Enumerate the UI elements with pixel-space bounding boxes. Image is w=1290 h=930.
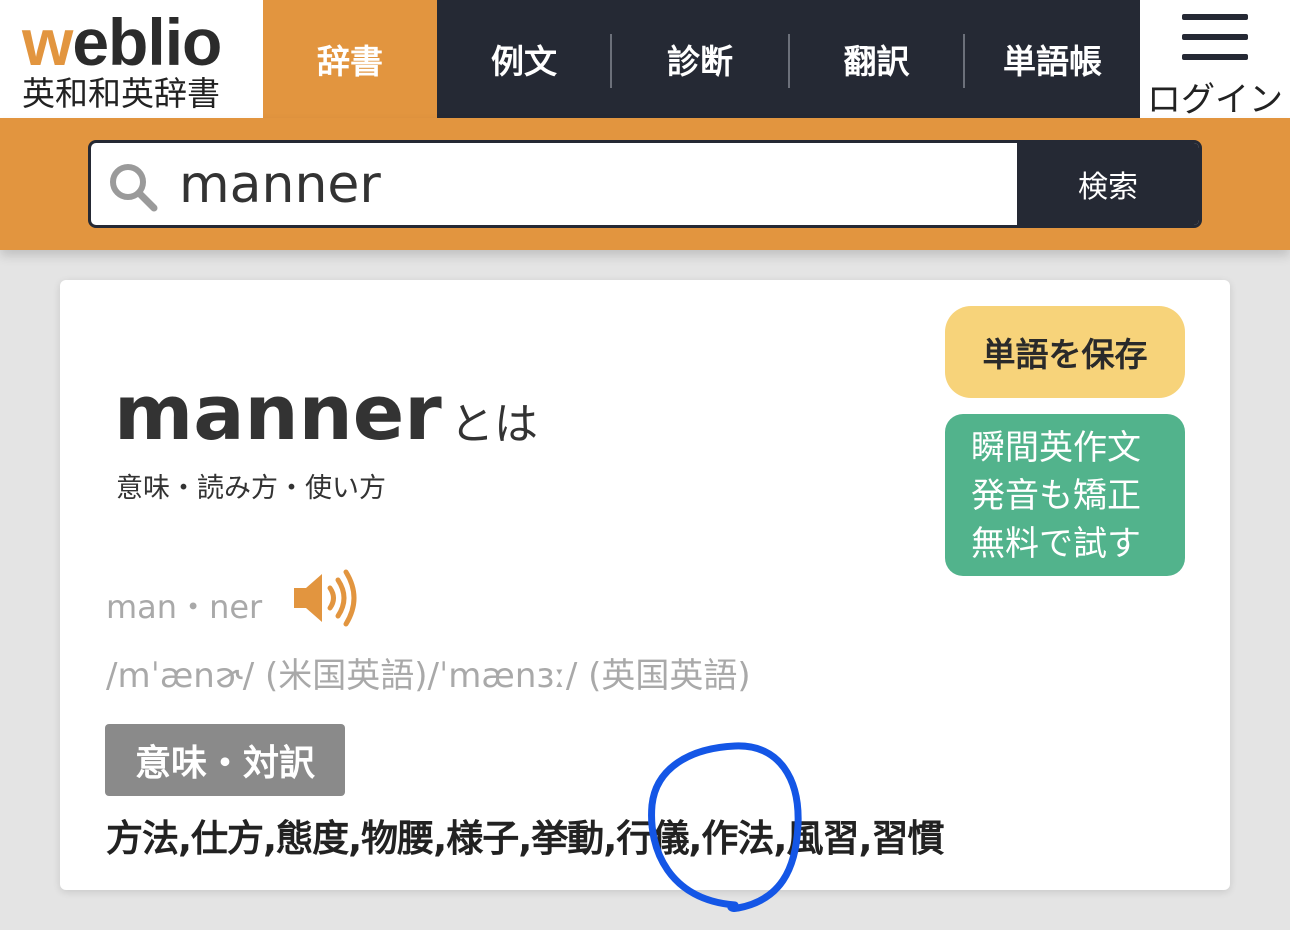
pronunciation: /mˈænɚ/ (米国英語)/ˈmænɜː/ (英国英語) — [106, 656, 751, 696]
tab-translate[interactable]: 翻訳 — [790, 0, 963, 118]
tab-examples[interactable]: 例文 — [437, 0, 611, 118]
entry-subtitle: 意味・読み方・使い方 — [116, 473, 386, 504]
tab-dictionary[interactable]: 辞書 — [263, 0, 437, 118]
logo-wordmark: weblio — [22, 5, 222, 79]
promo-line: 発音も矯正 — [971, 476, 1141, 516]
logo-subtitle: 英和和英辞書 — [22, 74, 220, 113]
menu-area: ログイン — [1140, 0, 1290, 121]
promo-line: 無料で試す — [971, 524, 1141, 564]
syllable-division: man・ner — [106, 588, 263, 626]
headword-suffix: とは — [450, 399, 538, 450]
weblio-logo[interactable]: weblio 英和和英辞書 — [0, 0, 263, 118]
login-link[interactable]: ログイン — [1140, 72, 1290, 121]
promo-button[interactable]: 瞬間英作文 発音も矯正 無料で試す — [945, 414, 1185, 576]
entry-card: manner とは 意味・読み方・使い方 単語を保存 瞬間英作文 発音も矯正 無… — [60, 280, 1230, 890]
save-word-button[interactable]: 単語を保存 — [945, 306, 1185, 398]
search-input[interactable] — [179, 147, 1009, 223]
meaning-badge: 意味・対訳 — [105, 724, 345, 796]
search-band: 検索 — [0, 118, 1290, 250]
search-icon — [110, 164, 158, 212]
tab-diagnosis[interactable]: 診断 — [612, 0, 788, 118]
search-button[interactable]: 検索 — [1017, 143, 1199, 225]
tab-wordbook[interactable]: 単語帳 — [965, 0, 1140, 118]
search-box: 検索 — [88, 140, 1202, 228]
hamburger-menu-icon[interactable] — [1182, 14, 1248, 60]
headword: manner — [114, 368, 442, 457]
meanings-list: 方法,仕方,態度,物腰,様子,挙動,行儀,作法,風習,習慣 — [106, 817, 944, 860]
top-nav-bar: weblio 英和和英辞書 辞書 例文 診断 翻訳 単語帳 ログイン — [0, 0, 1290, 121]
promo-line: 瞬間英作文 — [971, 428, 1141, 468]
speaker-icon[interactable] — [290, 568, 362, 628]
